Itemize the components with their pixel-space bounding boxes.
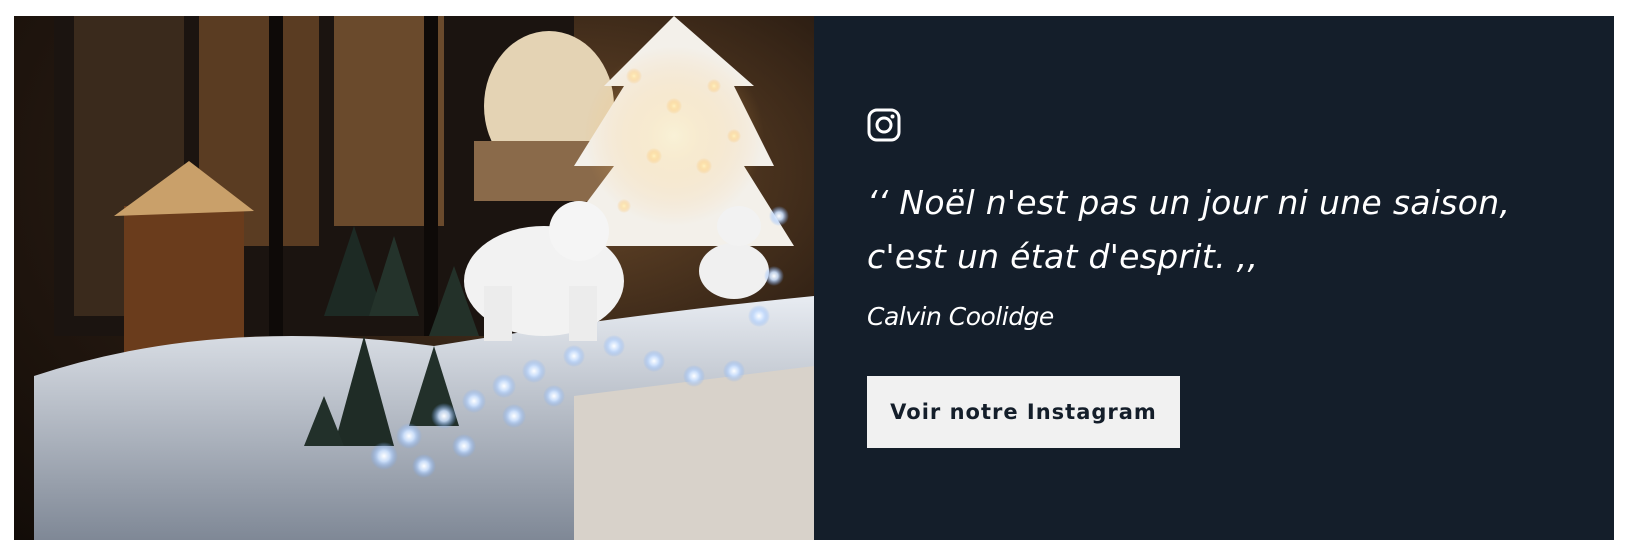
instagram-icon[interactable]	[867, 108, 901, 142]
instagram-button[interactable]: Voir notre Instagram	[867, 376, 1180, 448]
christmas-window-photo	[14, 16, 814, 540]
instagram-banner: ‘‘ Noël n'est pas un jour ni une saison,…	[14, 16, 1614, 540]
photo-illustration	[34, 16, 814, 540]
quote-panel: ‘‘ Noël n'est pas un jour ni une saison,…	[814, 16, 1614, 540]
quote-line-1: ‘‘ Noël n'est pas un jour ni une saison,	[867, 183, 1511, 222]
quote-author: Calvin Coolidge	[867, 302, 1054, 331]
quote-line-2: c'est un état d'esprit. ,,	[867, 237, 1259, 276]
christmas-quote: ‘‘ Noël n'est pas un jour ni une saison,…	[867, 176, 1567, 284]
